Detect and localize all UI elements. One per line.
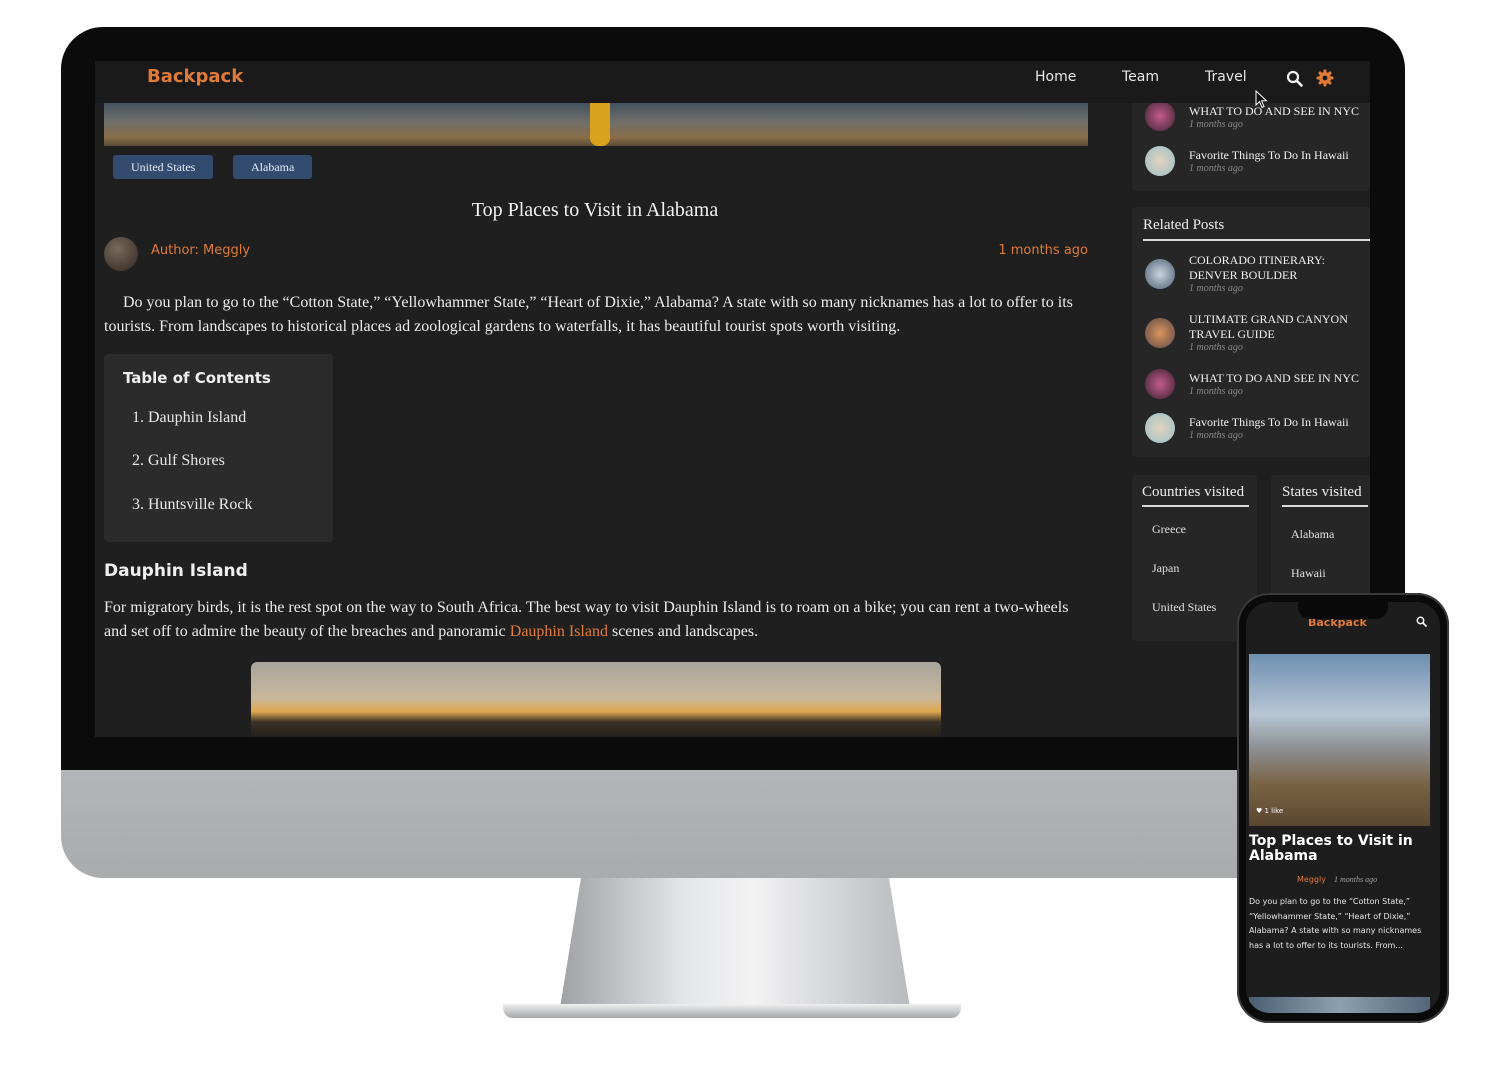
table-of-contents: Table of Contents 1. Dauphin Island 2. G… <box>104 354 333 542</box>
search-icon[interactable] <box>1286 70 1303 87</box>
phone-author[interactable]: Meggly <box>1297 875 1326 884</box>
section-text: For migratory birds, it is the rest spot… <box>104 596 1094 644</box>
imac-stand-base <box>503 1004 961 1018</box>
recent-posts-card: WHAT TO DO AND SEE IN NYC 1 months ago F… <box>1132 91 1370 191</box>
article-title: Top Places to Visit in Alabama <box>471 199 719 221</box>
phone-notch <box>1298 602 1388 619</box>
phone-search-icon[interactable] <box>1416 616 1427 627</box>
hero-hiker <box>590 102 610 146</box>
phone-like-count[interactable]: ♥ 1 like <box>1256 807 1283 815</box>
mouse-cursor-icon <box>1255 90 1268 109</box>
heading-underline <box>1142 505 1249 507</box>
dauphin-island-link[interactable]: Dauphin Island <box>510 623 608 640</box>
post-thumbnail[interactable] <box>1145 318 1175 348</box>
desktop-screen: United States Alabama Top Places to Visi… <box>95 61 1370 737</box>
section-text-part: scenes and landscapes. <box>607 623 759 640</box>
related-post-title[interactable]: ULTIMATE GRAND CANYON TRAVEL GUIDE <box>1189 312 1370 342</box>
recent-post-title[interactable]: Favorite Things To Do In Hawaii <box>1189 148 1370 163</box>
imac-stand <box>560 878 910 1008</box>
toc-item-huntsville-rock[interactable]: 3. Huntsville Rock <box>132 496 252 514</box>
brand-logo[interactable]: Backpack <box>147 66 243 87</box>
article-intro: Do you plan to go to the “Cotton State,”… <box>104 294 1073 335</box>
top-navbar: Backpack Home Team Travel <box>95 61 1370 109</box>
recent-post-title[interactable]: WHAT TO DO AND SEE IN NYC <box>1189 104 1370 119</box>
phone-article-title[interactable]: Top Places to Visit in Alabama <box>1249 834 1429 864</box>
phone-excerpt: Do you plan to go to the “Cotton State,”… <box>1249 897 1422 950</box>
article-date: 1 months ago <box>998 243 1088 258</box>
author-avatar[interactable] <box>104 237 138 271</box>
tag-united-states[interactable]: United States <box>113 155 214 179</box>
related-post-date: 1 months ago <box>1189 386 1243 397</box>
heading-underline <box>1282 505 1368 507</box>
phone-date: 1 months ago <box>1334 875 1378 884</box>
nav-team[interactable]: Team <box>1122 69 1159 85</box>
related-post-title[interactable]: Favorite Things To Do In Hawaii <box>1189 415 1370 430</box>
phone-next-image <box>1249 997 1430 1013</box>
post-thumbnail[interactable] <box>1145 369 1175 399</box>
nav-home[interactable]: Home <box>1035 69 1076 85</box>
section-heading: Dauphin Island <box>104 561 248 581</box>
nav-travel[interactable]: Travel <box>1205 69 1247 85</box>
post-thumbnail[interactable] <box>1145 259 1175 289</box>
state-item-alabama[interactable]: Alabama <box>1291 527 1334 542</box>
related-post-date: 1 months ago <box>1189 283 1243 294</box>
related-post-date: 1 months ago <box>1189 342 1243 353</box>
post-thumbnail[interactable] <box>1145 413 1175 443</box>
country-item-japan[interactable]: Japan <box>1152 561 1179 576</box>
related-post-title[interactable]: WHAT TO DO AND SEE IN NYC <box>1189 371 1370 386</box>
related-post-title[interactable]: COLORADO ITINERARY: DENVER BOULDER <box>1189 253 1370 283</box>
state-item-hawaii[interactable]: Hawaii <box>1291 566 1326 581</box>
country-item-greece[interactable]: Greece <box>1152 522 1186 537</box>
toc-item-dauphin-island[interactable]: 1. Dauphin Island <box>132 409 246 427</box>
heading-underline <box>1143 239 1370 241</box>
toc-item-gulf-shores[interactable]: 2. Gulf Shores <box>132 452 225 470</box>
article-photo <box>251 662 941 737</box>
toc-title: Table of Contents <box>123 369 271 387</box>
related-post-date: 1 months ago <box>1189 430 1243 441</box>
country-item-united-states[interactable]: United States <box>1152 600 1216 615</box>
related-posts-card: Related Posts COLORADO ITINERARY: DENVER… <box>1132 207 1370 457</box>
phone-hero-image[interactable] <box>1249 654 1430 826</box>
gear-icon[interactable] <box>1316 69 1334 87</box>
countries-visited-heading: Countries visited <box>1142 484 1245 500</box>
recent-post-date: 1 months ago <box>1189 163 1243 174</box>
post-thumbnail[interactable] <box>1145 101 1175 131</box>
recent-post-date: 1 months ago <box>1189 119 1243 130</box>
phone-screen: Backpack ♥ 1 like Top Places to Visit in… <box>1246 602 1440 1013</box>
related-posts-heading: Related Posts <box>1143 217 1225 233</box>
phone-frame: Backpack ♥ 1 like Top Places to Visit in… <box>1237 593 1449 1023</box>
tag-alabama[interactable]: Alabama <box>233 155 313 179</box>
post-thumbnail[interactable] <box>1145 146 1175 176</box>
states-visited-heading: States visited <box>1282 484 1362 500</box>
author-name[interactable]: Author: Meggly <box>151 243 250 258</box>
